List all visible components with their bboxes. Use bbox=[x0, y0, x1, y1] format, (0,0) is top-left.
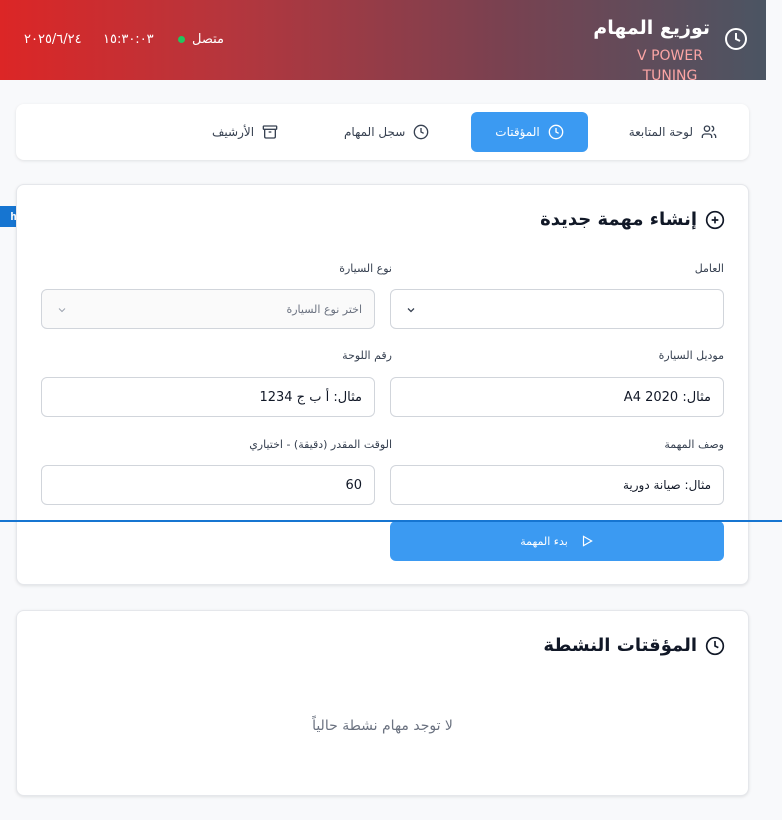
main-nav: لوحة المتابعة المؤقتات سجل المهام الأرشي… bbox=[16, 104, 749, 160]
page-title: توزيع المهام bbox=[593, 17, 710, 39]
plate-input[interactable]: مثال: أ ب ج 1234 bbox=[41, 377, 375, 417]
new-task-card: إنشاء مهمة جديدة العامل نوع السيارة اختر… bbox=[16, 184, 749, 585]
car-type-select[interactable]: اختر نوع السيارة bbox=[41, 289, 375, 329]
estimate-input[interactable]: 60 bbox=[41, 465, 375, 505]
description-input[interactable]: مثال: صيانة دورية bbox=[390, 465, 724, 505]
brand-name: V POWER TUNING bbox=[637, 48, 703, 84]
tab-timers[interactable]: المؤقتات bbox=[471, 112, 588, 152]
estimate-label: الوقت المقدر (دقيقة) - اختياري bbox=[249, 438, 392, 451]
chevron-down-icon bbox=[58, 308, 66, 313]
chevron-down-icon bbox=[407, 308, 415, 313]
status-dot-icon bbox=[178, 36, 185, 43]
app-header: توزيع المهام V POWER TUNING متصل ١٥:٣٠:٠… bbox=[0, 0, 766, 84]
clock-icon bbox=[413, 124, 429, 140]
clock-icon bbox=[705, 636, 725, 655]
start-task-button[interactable]: بدء المهمة bbox=[390, 521, 724, 561]
archive-icon bbox=[262, 125, 278, 139]
empty-state-text: لا توجد مهام نشطة حالياً bbox=[312, 718, 453, 734]
tab-archive[interactable]: الأرشيف bbox=[200, 112, 290, 152]
description-label: وصف المهمة bbox=[664, 438, 724, 451]
worker-select[interactable] bbox=[390, 289, 724, 329]
active-timers-card: المؤقتات النشطة لا توجد مهام نشطة حالياً bbox=[16, 610, 749, 796]
users-icon bbox=[701, 125, 717, 138]
guide-line bbox=[0, 520, 782, 522]
clock-icon bbox=[725, 28, 747, 50]
new-task-title: إنشاء مهمة جديدة bbox=[540, 209, 725, 230]
car-type-label: نوع السيارة bbox=[339, 262, 392, 275]
tab-dashboard[interactable]: لوحة المتابعة bbox=[613, 112, 733, 152]
active-timers-title: المؤقتات النشطة bbox=[543, 635, 725, 656]
play-icon bbox=[582, 535, 593, 547]
worker-label: العامل bbox=[694, 262, 724, 275]
plate-label: رقم اللوحة bbox=[342, 349, 392, 362]
plus-circle-icon bbox=[705, 210, 725, 229]
clock-icon bbox=[548, 124, 564, 140]
connection-status: متصل bbox=[178, 32, 224, 47]
current-date: ٢٠٢٥/٦/٢٤ bbox=[24, 32, 82, 47]
car-model-input[interactable]: مثال: A4 2020 bbox=[390, 377, 724, 417]
tab-task-log[interactable]: سجل المهام bbox=[332, 112, 441, 152]
car-model-label: موديل السيارة bbox=[658, 349, 724, 362]
current-time: ١٥:٣٠:٠٣ bbox=[103, 32, 154, 47]
